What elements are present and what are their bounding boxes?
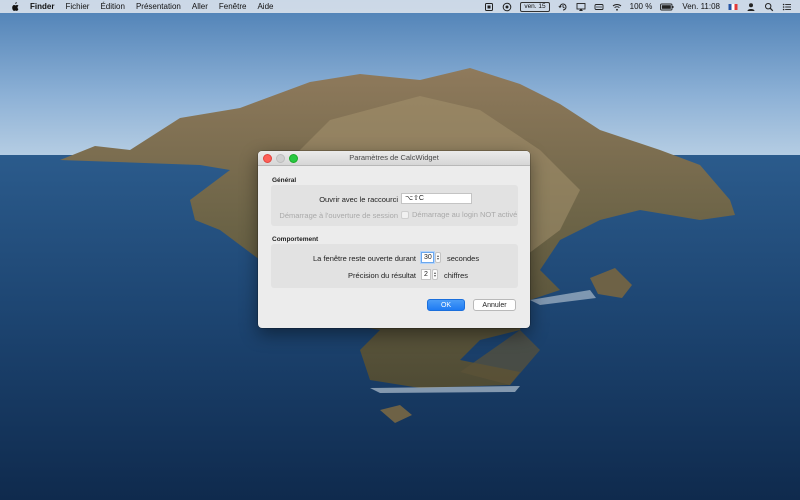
section-behaviour-label: Comportement xyxy=(272,236,319,243)
battery-percent[interactable]: 100 % xyxy=(630,0,653,13)
memory-icon[interactable] xyxy=(484,2,494,12)
precision-unit: chiffres xyxy=(444,271,469,280)
date-badge[interactable]: ven. 15 xyxy=(520,1,550,12)
battery-chip-icon[interactable] xyxy=(594,2,604,12)
preferences-dialog: Paramètres de CalcWidget Général Ouvrir … xyxy=(258,151,530,328)
stepper-up-icon[interactable] xyxy=(434,272,436,274)
precision-field[interactable]: 2 xyxy=(421,269,431,280)
menu-fichier[interactable]: Fichier xyxy=(65,0,89,13)
menu-aide[interactable]: Aide xyxy=(257,0,273,13)
menu-app-name[interactable]: Finder xyxy=(30,0,54,13)
flag-fr-icon[interactable] xyxy=(728,2,738,12)
search-icon[interactable] xyxy=(764,2,774,12)
battery-icon[interactable] xyxy=(660,2,674,12)
precision-stepper[interactable] xyxy=(432,269,438,280)
menu-bar: Finder Fichier Édition Présentation Alle… xyxy=(0,0,800,13)
time-machine-icon[interactable] xyxy=(558,2,568,12)
ok-button[interactable]: OK xyxy=(427,299,465,311)
shortcut-field[interactable]: ⌥⇧C xyxy=(401,193,472,204)
section-general-label: Général xyxy=(272,177,297,184)
menu-presentation[interactable]: Présentation xyxy=(136,0,181,13)
behaviour-group xyxy=(271,244,518,288)
startup-checkbox[interactable] xyxy=(401,210,409,219)
stepper-down-icon[interactable] xyxy=(434,275,436,277)
wifi-icon[interactable] xyxy=(612,2,622,12)
duration-unit: secondes xyxy=(447,254,480,263)
user-icon[interactable] xyxy=(746,2,756,12)
startup-label: Démarrage à l'ouverture de session xyxy=(279,211,398,220)
cancel-button[interactable]: Annuler xyxy=(473,299,516,311)
clock[interactable]: Ven. 11:08 xyxy=(682,0,720,13)
duration-label: La fenêtre reste ouverte durant xyxy=(313,254,416,263)
duration-field[interactable]: 30 xyxy=(421,252,434,263)
precision-label: Précision du résultat xyxy=(348,271,416,280)
dialog-title: Paramètres de CalcWidget xyxy=(349,153,439,162)
stepper-down-icon[interactable] xyxy=(437,258,439,260)
menu-edition[interactable]: Édition xyxy=(100,0,124,13)
startup-checkbox-label[interactable]: Démarrage au login NOT activé xyxy=(412,210,517,219)
list-icon[interactable] xyxy=(782,2,792,12)
menu-aller[interactable]: Aller xyxy=(192,0,208,13)
startup-checkbox-row[interactable]: Démarrage au login NOT activé xyxy=(401,210,517,219)
duration-stepper[interactable] xyxy=(435,252,441,263)
dialog-titlebar[interactable]: Paramètres de CalcWidget xyxy=(258,151,530,166)
apple-icon[interactable] xyxy=(10,1,20,12)
disk-icon[interactable] xyxy=(502,2,512,12)
stepper-up-icon[interactable] xyxy=(437,255,439,257)
menu-fenetre[interactable]: Fenêtre xyxy=(219,0,247,13)
airplay-icon[interactable] xyxy=(576,2,586,12)
shortcut-label: Ouvrir avec le raccourci xyxy=(319,195,398,204)
